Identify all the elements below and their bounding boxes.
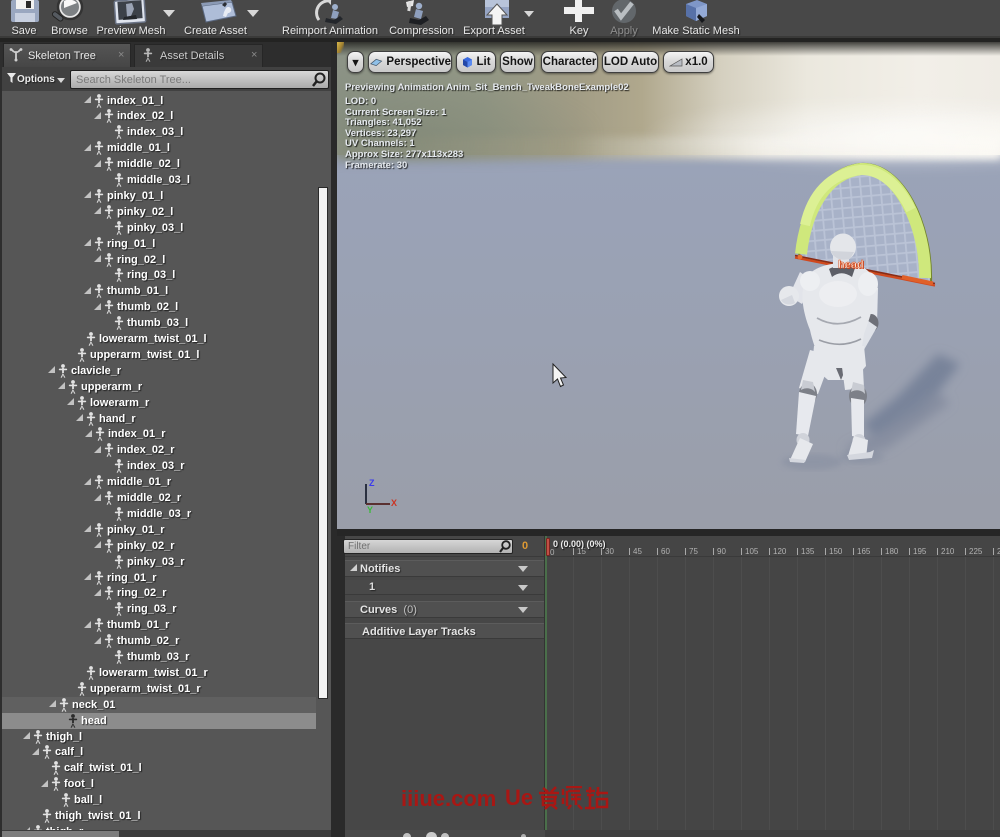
svg-text:X: X <box>391 498 397 508</box>
svg-text:Y: Y <box>367 505 373 515</box>
svg-text:Z: Z <box>369 478 375 488</box>
svg-text:Ue: Ue <box>505 786 533 810</box>
svg-text:head: head <box>838 259 864 271</box>
